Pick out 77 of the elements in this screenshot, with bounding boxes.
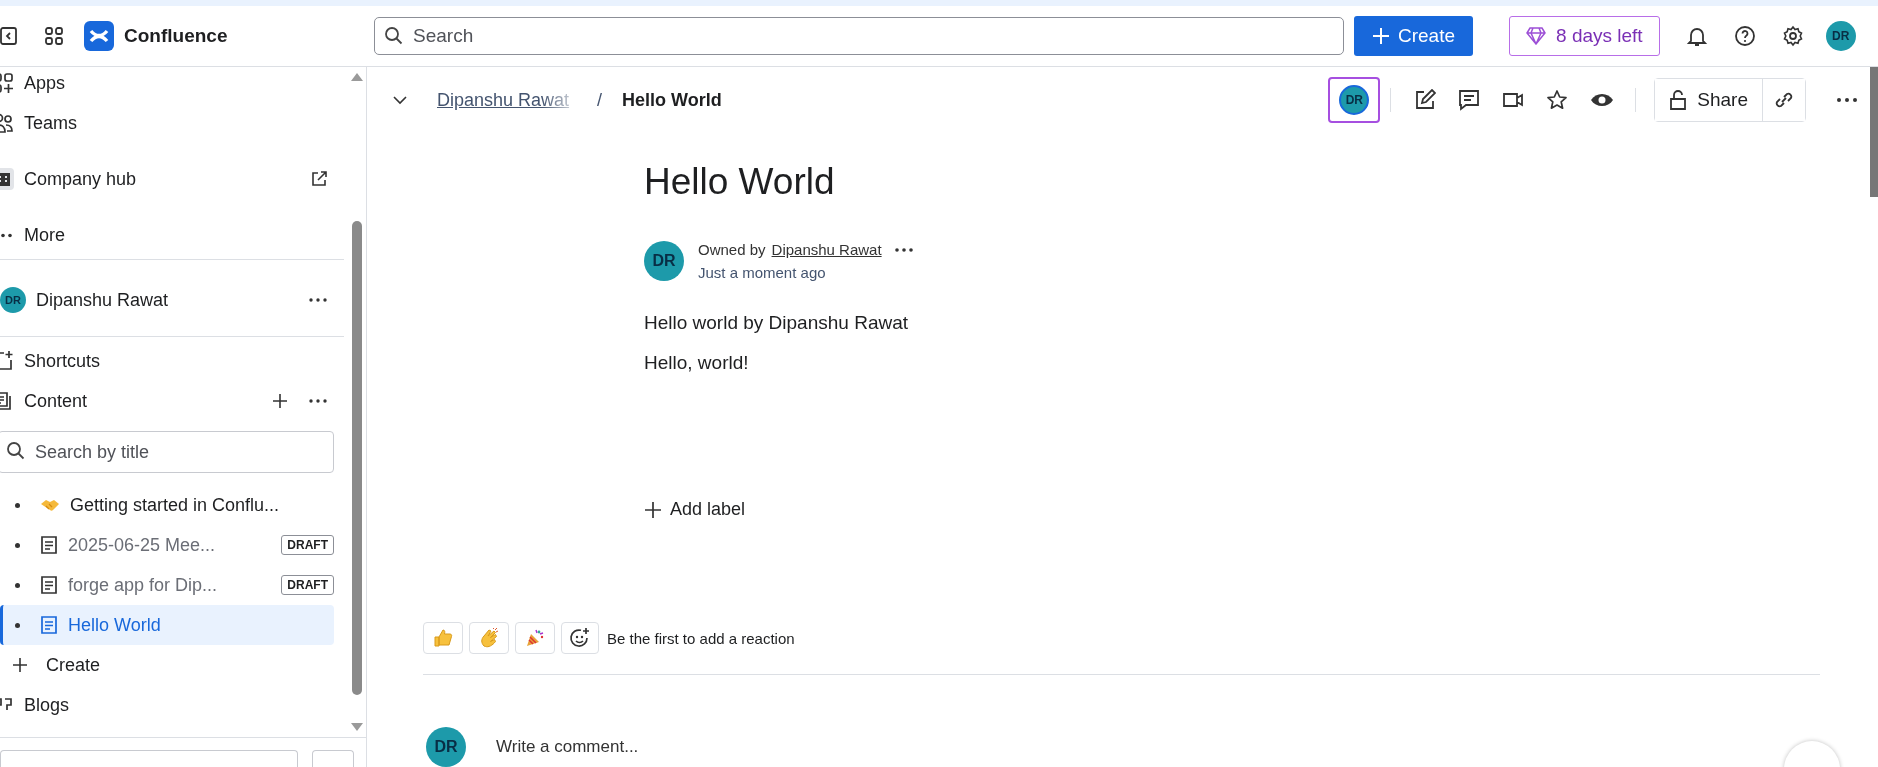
thumbs-up-icon: [433, 628, 453, 648]
diamond-icon: [1526, 27, 1547, 45]
breadcrumb-link[interactable]: Dipanshu Rawat: [437, 89, 577, 111]
scroll-down-arrow-icon[interactable]: [351, 723, 363, 731]
user-avatar[interactable]: DR: [1825, 21, 1856, 51]
add-reaction-button[interactable]: [561, 622, 599, 654]
page-tree-item[interactable]: Hello World: [0, 605, 334, 645]
body-text: Hello, world!: [644, 351, 749, 375]
smiley-plus-icon: [569, 627, 591, 649]
party-popper-icon: [525, 628, 545, 648]
more-icon[interactable]: [1836, 97, 1858, 103]
create-item[interactable]: Create: [0, 645, 344, 685]
space-item[interactable]: DR Dipanshu Rawat: [0, 274, 344, 326]
plus-icon: [644, 500, 662, 519]
more-icon[interactable]: [893, 246, 914, 253]
more-icon[interactable]: [308, 297, 328, 303]
handshake-icon: [40, 497, 60, 513]
add-label-button[interactable]: Add label: [644, 499, 746, 520]
sidebar-item[interactable]: Company hub: [0, 159, 344, 199]
page-title: Hello World: [644, 161, 835, 203]
product-name[interactable]: Confluence: [124, 25, 374, 47]
scrollbar[interactable]: [1870, 67, 1878, 197]
search-icon: [384, 26, 404, 46]
draft-badge: DRAFT: [281, 575, 334, 595]
scroll-up-arrow-icon[interactable]: [351, 73, 363, 81]
sidebar-item[interactable]: Shortcuts: [0, 341, 344, 381]
scrollbar[interactable]: [352, 221, 362, 695]
edit-icon[interactable]: [1414, 89, 1437, 111]
page-icon: [40, 615, 58, 635]
sidebar-item[interactable]: Blogs: [0, 685, 344, 725]
breadcrumb-separator: /: [597, 89, 602, 111]
search-icon: [6, 441, 26, 461]
updated-time: Just a moment ago: [698, 264, 827, 281]
more-icon: [0, 232, 14, 238]
share-button[interactable]: Share: [1655, 79, 1763, 121]
comment-field[interactable]: Write a comment...: [494, 736, 898, 758]
sidebar-item[interactable]: Content: [0, 381, 344, 421]
comment-icon[interactable]: [1458, 89, 1481, 111]
sidebar-toggle-icon[interactable]: [0, 25, 18, 47]
space-avatar: DR: [0, 287, 26, 313]
settings-icon[interactable]: [1781, 25, 1804, 47]
logo-icon[interactable]: [84, 21, 114, 51]
page-icon: [40, 535, 58, 555]
page-tree-item[interactable]: forge app for Dip... DRAFT: [0, 565, 334, 605]
footer-field[interactable]: [0, 750, 298, 767]
draft-badge: DRAFT: [281, 535, 334, 555]
plus-icon: [12, 657, 28, 673]
owner-link[interactable]: Dipanshu Rawat: [771, 241, 882, 258]
trial-button[interactable]: 8 days left: [1509, 16, 1660, 56]
search-field[interactable]: Search: [374, 17, 1344, 55]
title-search-field[interactable]: Search by title: [0, 431, 334, 473]
page-tree-item[interactable]: 2025-06-25 Mee... DRAFT: [0, 525, 334, 565]
reaction-button[interactable]: [515, 622, 555, 654]
star-icon[interactable]: [1546, 89, 1569, 111]
clapping-hands-icon: [479, 628, 499, 648]
owner-label: Owned by: [698, 241, 766, 258]
viewer-avatar-button[interactable]: DR: [1328, 77, 1381, 123]
sidebar-item[interactable]: Teams: [0, 103, 344, 143]
external-link-icon: [310, 170, 328, 188]
page-icon: [40, 575, 58, 595]
sidebar-item[interactable]: Apps: [0, 67, 344, 103]
notifications-icon[interactable]: [1685, 25, 1708, 47]
chevron-down-icon[interactable]: [393, 95, 407, 105]
create-button[interactable]: Create: [1354, 16, 1474, 56]
page-tree-item[interactable]: Getting started in Conflu...: [0, 485, 334, 525]
app-switcher-icon[interactable]: [44, 26, 64, 46]
owner-avatar: DR: [644, 241, 684, 281]
add-icon[interactable]: [272, 393, 288, 409]
more-icon[interactable]: [308, 398, 328, 404]
breadcrumb-current: Hello World: [622, 89, 722, 111]
body-text: Hello world by Dipanshu Rawat: [644, 311, 908, 335]
commenter-avatar: DR: [426, 727, 466, 767]
lock-icon: [1669, 89, 1688, 111]
reaction-prompt: Be the first to add a reaction: [607, 629, 795, 647]
help-icon[interactable]: [1733, 25, 1756, 47]
plus-icon: [1372, 27, 1390, 45]
sidebar-item[interactable]: More: [0, 215, 344, 255]
